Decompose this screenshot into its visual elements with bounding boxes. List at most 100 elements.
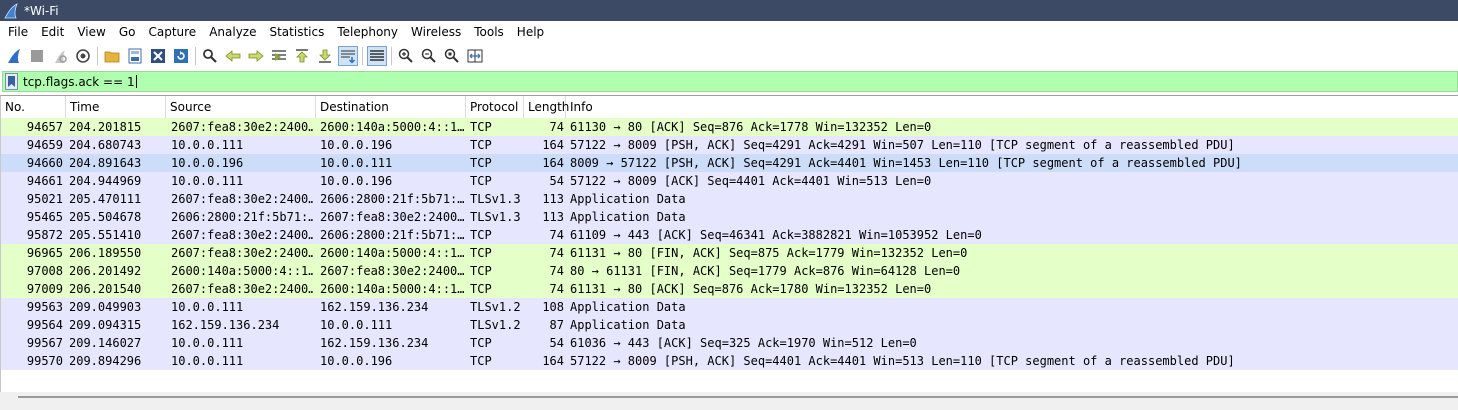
- stop-capture-icon[interactable]: [27, 46, 47, 66]
- table-row[interactable]: 94657 204.201815 2607:fea8:30e2:2400… 2600:…: [1, 118, 1458, 136]
- colorize-icon[interactable]: [367, 46, 387, 66]
- reload-file-icon[interactable]: [171, 46, 191, 66]
- table-row[interactable]: 96965 206.189550 2607:fea8:30e2:2400… 2600:…: [1, 244, 1458, 262]
- cell-info: 61036 → 443 [ACK] Seq=325 Ack=1970 Win=5…: [570, 336, 917, 350]
- filter-bookmark-icon[interactable]: [5, 73, 18, 90]
- close-file-icon[interactable]: [148, 46, 168, 66]
- table-row[interactable]: 97009 206.201540 2607:fea8:30e2:2400… 2600:…: [1, 280, 1458, 298]
- cell-time: 206.189550: [69, 246, 142, 260]
- zoom-out-icon[interactable]: [419, 46, 439, 66]
- cell-dst: 2607:fea8:30e2:2400…: [320, 210, 465, 224]
- cell-time: 209.894296: [69, 354, 142, 368]
- table-row[interactable]: 95872 205.551410 2607:fea8:30e2:2400… 2606:…: [1, 226, 1458, 244]
- cell-time: 209.146027: [69, 336, 142, 350]
- cell-len: 74: [549, 228, 564, 242]
- column-header-length[interactable]: Length: [524, 96, 569, 118]
- cell-no: 94657: [26, 120, 63, 134]
- cell-proto: TLSv1.2: [470, 300, 521, 314]
- cell-time: 209.049903: [69, 300, 142, 314]
- cell-len: 164: [542, 156, 564, 170]
- cell-src: 2600:140a:5000:4::1…: [171, 264, 313, 278]
- menu-tools[interactable]: Tools: [467, 21, 510, 43]
- zoom-in-icon[interactable]: [396, 46, 416, 66]
- table-row[interactable]: 99564 209.094315 162.159.136.234 10.0.0.111…: [1, 316, 1458, 334]
- cell-len: 74: [549, 282, 564, 296]
- horizontal-scrollbar-thumb[interactable]: [18, 396, 1458, 398]
- cell-proto: TLSv1.2: [470, 318, 521, 332]
- go-forward-icon[interactable]: [246, 46, 266, 66]
- table-row[interactable]: 99567 209.146027 10.0.0.111 162.159.136.234…: [1, 334, 1458, 352]
- main-toolbar: [0, 43, 1458, 69]
- start-capture-icon[interactable]: [4, 46, 24, 66]
- cell-no: 99567: [26, 336, 63, 350]
- column-header-no[interactable]: No.: [1, 96, 66, 118]
- column-header-time[interactable]: Time: [66, 96, 166, 118]
- cell-proto: TCP: [470, 120, 492, 134]
- zoom-normal-icon[interactable]: [442, 46, 462, 66]
- cell-proto: TCP: [470, 174, 492, 188]
- cell-no: 99564: [26, 318, 63, 332]
- cell-dst: 2606:2800:21f:5b71:…: [320, 192, 465, 206]
- cell-proto: TCP: [470, 228, 492, 242]
- menu-view[interactable]: View: [70, 21, 111, 43]
- cell-len: 74: [549, 246, 564, 260]
- column-header-info[interactable]: Info: [566, 96, 1458, 118]
- cell-no: 99563: [26, 300, 63, 314]
- cell-time: 205.504678: [69, 210, 142, 224]
- table-row[interactable]: 99570 209.894296 10.0.0.111 10.0.0.196 TCP 16…: [1, 352, 1458, 370]
- cell-no: 97008: [26, 264, 63, 278]
- cell-dst: 2600:140a:5000:4::1…: [320, 282, 465, 296]
- cell-time: 206.201492: [69, 264, 142, 278]
- capture-options-icon[interactable]: [73, 46, 93, 66]
- menu-statistics[interactable]: Statistics: [262, 21, 330, 43]
- column-header-protocol[interactable]: Protocol: [466, 96, 524, 118]
- table-row[interactable]: 99563 209.049903 10.0.0.111 162.159.136.234…: [1, 298, 1458, 316]
- toolbar-separator: [391, 47, 392, 65]
- cell-src: 2607:fea8:30e2:2400…: [171, 282, 313, 296]
- cell-no: 94660: [26, 156, 63, 170]
- column-header-source[interactable]: Source: [166, 96, 316, 118]
- cell-dst: 162.159.136.234: [320, 300, 429, 314]
- column-header-destination[interactable]: Destination: [316, 96, 466, 118]
- go-to-packet-icon[interactable]: [269, 46, 289, 66]
- menu-analyze[interactable]: Analyze: [202, 21, 262, 43]
- restart-capture-icon[interactable]: [50, 46, 70, 66]
- cell-len: 164: [542, 138, 564, 152]
- table-row[interactable]: 94661 204.944969 10.0.0.111 10.0.0.196 TCP 54…: [1, 172, 1458, 190]
- menu-telephony[interactable]: Telephony: [330, 21, 404, 43]
- cell-proto: TCP: [470, 156, 492, 170]
- cell-info: 61130 → 80 [ACK] Seq=876 Ack=1778 Win=13…: [570, 120, 932, 134]
- display-filter-input[interactable]: tcp.flags.ack == 1: [2, 71, 1458, 92]
- table-row[interactable]: 95465 205.504678 2606:2800:21f:5b71:… 2607:…: [1, 208, 1458, 226]
- horizontal-scrollbar[interactable]: [0, 392, 1458, 410]
- find-packet-icon[interactable]: [200, 46, 220, 66]
- cell-info: Application Data: [570, 300, 686, 314]
- save-file-icon[interactable]: [125, 46, 145, 66]
- go-first-icon[interactable]: [292, 46, 312, 66]
- table-row[interactable]: 94659 204.680743 10.0.0.111 10.0.0.196 TCP 16…: [1, 136, 1458, 154]
- table-row[interactable]: 95021 205.470111 2607:fea8:30e2:2400… 2606:…: [1, 190, 1458, 208]
- menu-wireless[interactable]: Wireless: [404, 21, 467, 43]
- cell-proto: TCP: [470, 138, 492, 152]
- cell-dst: 2600:140a:5000:4::1…: [320, 246, 465, 260]
- go-back-icon[interactable]: [223, 46, 243, 66]
- cell-time: 204.891643: [69, 156, 142, 170]
- menu-edit[interactable]: Edit: [34, 21, 70, 43]
- cell-no: 95872: [26, 228, 63, 242]
- cell-src: 2607:fea8:30e2:2400…: [171, 246, 313, 260]
- open-file-icon[interactable]: [102, 46, 122, 66]
- table-row[interactable]: 97008 206.201492 2600:140a:5000:4::1… 2607:…: [1, 262, 1458, 280]
- resize-columns-icon[interactable]: [465, 46, 485, 66]
- table-row[interactable]: 94660 204.891643 10.0.0.196 10.0.0.111 TCP 16…: [1, 154, 1458, 172]
- cell-time: 204.944969: [69, 174, 142, 188]
- window-title: *Wi-Fi: [24, 3, 59, 18]
- menu-file[interactable]: File: [0, 21, 34, 43]
- cell-src: 10.0.0.111: [171, 138, 244, 152]
- menu-go[interactable]: Go: [112, 21, 142, 43]
- menu-help[interactable]: Help: [510, 21, 550, 43]
- cell-info: 61131 → 80 [ACK] Seq=876 Ack=1780 Win=13…: [570, 282, 932, 296]
- cell-no: 97009: [26, 282, 63, 296]
- auto-scroll-icon[interactable]: [338, 46, 358, 66]
- go-last-icon[interactable]: [315, 46, 335, 66]
- menu-capture[interactable]: Capture: [141, 21, 202, 43]
